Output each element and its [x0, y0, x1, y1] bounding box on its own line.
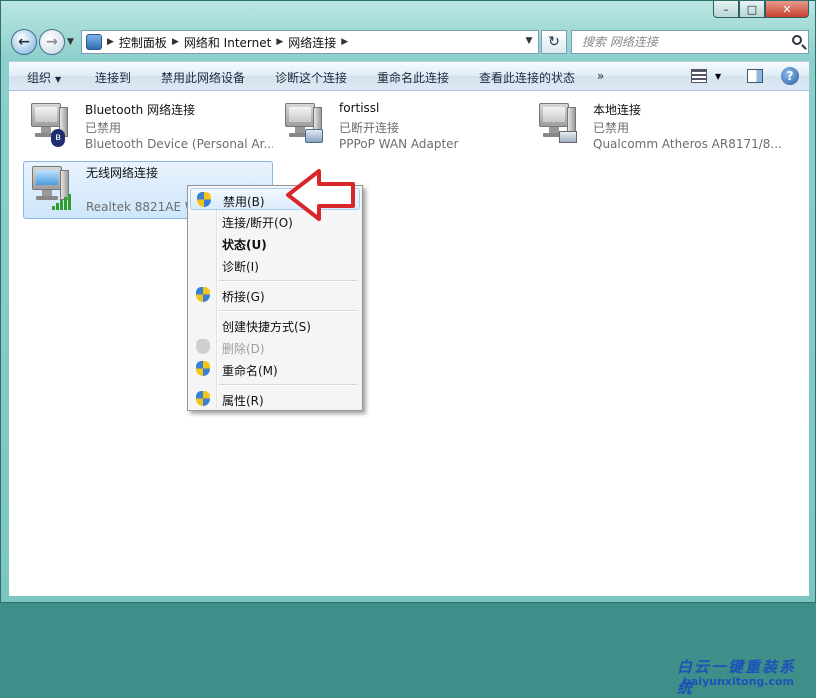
close-button[interactable]: ✕: [765, 1, 809, 18]
menu-separator: [218, 280, 358, 282]
modem-icon: [305, 129, 323, 143]
menu-item-label: 连接/断开(O): [222, 216, 293, 230]
connection-device: Bluetooth Device (Personal Ar...: [85, 137, 273, 151]
preview-pane-button[interactable]: [747, 66, 763, 86]
menu-item-label: 创建快捷方式(S): [222, 320, 311, 334]
search-box[interactable]: [571, 30, 809, 54]
uac-shield-icon: [196, 339, 210, 355]
address-bar[interactable]: ▶ 控制面板 ▶ 网络和 Internet ▶ 网络连接 ▶: [81, 30, 539, 54]
connection-name: Bluetooth 网络连接: [85, 103, 196, 117]
forward-arrow-icon: →: [46, 34, 58, 50]
uac-shield-icon: [197, 192, 211, 208]
back-button[interactable]: ←: [11, 29, 37, 55]
view-status-button[interactable]: 查看此连接的状态: [479, 69, 575, 86]
menu-item-label: 禁用(B): [223, 195, 265, 209]
connection-bluetooth[interactable]: ʙ Bluetooth 网络连接 已禁用 Bluetooth Device (P…: [23, 99, 273, 157]
bluetooth-icon: ʙ: [51, 129, 65, 147]
menu-item-rename[interactable]: 重命名(M): [190, 358, 360, 380]
uac-shield-icon: [196, 361, 210, 377]
breadcrumb-separator-icon[interactable]: ▶: [341, 37, 348, 47]
breadcrumb-separator-icon[interactable]: ▶: [107, 37, 114, 47]
menu-item-label: 状态(U): [222, 238, 267, 252]
help-icon: ?: [781, 67, 799, 85]
menu-item-label: 删除(D): [222, 342, 265, 356]
caption-buttons: – □ ✕: [713, 1, 809, 18]
watermark-url: baiyunxitong.com: [683, 675, 795, 688]
recent-pages-dropdown[interactable]: ▼: [67, 37, 74, 47]
menu-item-bridge[interactable]: 桥接(G): [190, 284, 360, 306]
chevron-down-icon: ▼: [715, 71, 722, 81]
menu-item-create-shortcut[interactable]: 创建快捷方式(S): [190, 314, 360, 336]
breadcrumb-network-internet[interactable]: 网络和 Internet: [184, 34, 271, 51]
refresh-icon: ↻: [548, 34, 560, 50]
menu-item-label: 属性(R): [222, 394, 264, 408]
views-icon: [691, 69, 707, 83]
preview-pane-icon: [747, 69, 763, 83]
uac-shield-icon: [196, 391, 210, 407]
change-view-button[interactable]: ▼: [691, 66, 721, 86]
help-button[interactable]: ?: [781, 66, 799, 86]
uac-shield-icon: [196, 287, 210, 303]
menu-item-label: 桥接(G): [222, 290, 265, 304]
menu-separator: [218, 384, 358, 386]
connection-device: PPPoP WAN Adapter: [339, 137, 459, 151]
back-arrow-icon: ←: [18, 34, 30, 50]
refresh-button[interactable]: ↻: [541, 30, 567, 54]
search-input[interactable]: [580, 34, 784, 50]
connection-name: fortissl: [339, 101, 380, 115]
address-history-dropdown[interactable]: ▼: [521, 31, 537, 51]
connect-to-button[interactable]: 连接到: [95, 69, 131, 86]
rename-button[interactable]: 重命名此连接: [377, 69, 449, 86]
connection-device: Qualcomm Atheros AR8171/8...: [593, 137, 781, 151]
menu-item-label: 诊断(I): [222, 260, 259, 274]
explorer-window: – □ ✕ ← → ▼ ▶ 控制面板 ▶ 网络和 Internet ▶ 网络连接…: [0, 0, 816, 697]
command-bar: 组织 ▼ 连接到 禁用此网络设备 诊断这个连接 重命名此连接 查看此连接的状态 »…: [9, 61, 809, 91]
red-pointer-arrow-icon: [286, 169, 355, 221]
connections-list: ʙ Bluetooth 网络连接 已禁用 Bluetooth Device (P…: [9, 91, 809, 697]
organize-button[interactable]: 组织 ▼: [27, 69, 61, 86]
breadcrumb-network-connections[interactable]: 网络连接: [288, 34, 336, 51]
connection-local[interactable]: 本地连接 已禁用 Qualcomm Atheros AR8171/8...: [531, 99, 781, 157]
ethernet-cable-icon: [559, 131, 577, 143]
signal-strength-icon: [52, 194, 72, 210]
menu-item-label: 重命名(M): [222, 364, 278, 378]
chevron-down-icon: ▼: [55, 75, 62, 84]
minimize-button[interactable]: –: [713, 1, 739, 18]
maximize-button[interactable]: □: [739, 1, 765, 18]
search-icon[interactable]: [792, 35, 802, 45]
control-panel-icon: [86, 34, 102, 50]
menu-item-status[interactable]: 状态(U): [190, 232, 360, 254]
navigation-row: ← → ▼ ▶ 控制面板 ▶ 网络和 Internet ▶ 网络连接 ▶ ▼ ↻: [9, 29, 809, 57]
connection-status: 已禁用: [85, 121, 122, 135]
connection-status: 已禁用: [593, 121, 630, 135]
diagnose-button[interactable]: 诊断这个连接: [275, 69, 347, 86]
connection-status: 已断开连接: [339, 121, 400, 135]
breadcrumb-separator-icon[interactable]: ▶: [172, 37, 179, 47]
menu-item-diagnose[interactable]: 诊断(I): [190, 254, 360, 276]
disable-device-button[interactable]: 禁用此网络设备: [161, 69, 245, 86]
organize-label: 组织: [27, 71, 52, 85]
forward-button[interactable]: →: [39, 29, 65, 55]
connection-fortissl[interactable]: fortissl 已断开连接 PPPoP WAN Adapter: [277, 99, 527, 157]
menu-item-properties[interactable]: 属性(R): [190, 388, 360, 410]
connection-name: 本地连接: [593, 103, 642, 117]
breadcrumb-control-panel[interactable]: 控制面板: [119, 34, 167, 51]
menu-item-delete: 删除(D): [190, 336, 360, 358]
breadcrumb-separator-icon[interactable]: ▶: [276, 37, 283, 47]
connection-name: 无线网络连接: [86, 166, 159, 180]
menu-separator: [218, 310, 358, 312]
more-commands-button[interactable]: »: [597, 69, 604, 83]
